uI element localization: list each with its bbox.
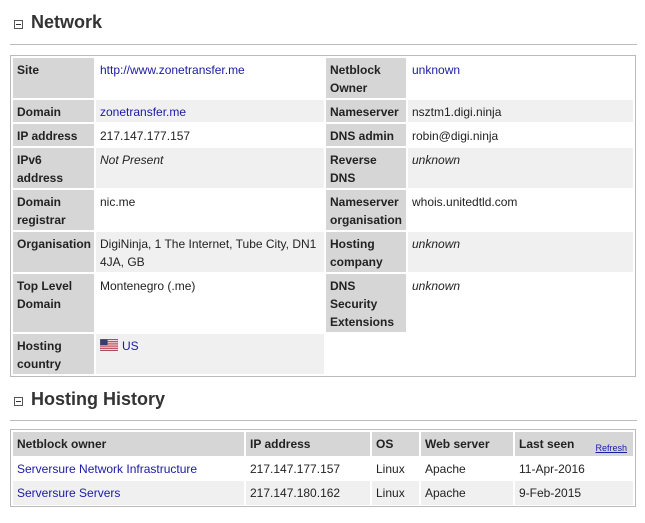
table-row-cell-os: Linux [372, 457, 419, 481]
hosting-history-table: Netblock owner IP address OS Web server … [10, 429, 636, 507]
label-dns-admin: DNS admin [326, 124, 406, 146]
label-netblock-owner: Netblock Owner [326, 58, 406, 98]
network-section-header: Network [14, 12, 102, 33]
domain-link[interactable]: zonetransfer.me [100, 105, 186, 119]
label-organisation: Organisation [13, 232, 94, 272]
value-ipv6-address: Not Present [96, 148, 324, 188]
collapse-toggle-icon[interactable] [14, 19, 23, 29]
label-top-level-domain: Top Level Domain [13, 274, 94, 332]
hosting-country-link[interactable]: US [122, 339, 139, 353]
label-ipv6-address: IPv6 address [13, 148, 94, 188]
value-domain-registrar: nic.me [96, 190, 324, 230]
table-row-cell-last-seen: 9-Feb-2015 [515, 481, 633, 505]
label-ip-address: IP address [13, 124, 94, 146]
label-reverse-dns: Reverse DNS [326, 148, 406, 188]
value-ip-address: 217.147.177.157 [96, 124, 324, 146]
label-site: Site [13, 58, 94, 98]
hosting-history-section-header: Hosting History [14, 389, 165, 410]
column-header-os: OS [372, 432, 419, 456]
network-table: Site http://www.zonetransfer.me Domain z… [10, 55, 636, 377]
value-organisation: DigiNinja, 1 The Internet, Tube City, DN… [96, 232, 324, 272]
collapse-toggle-icon[interactable] [14, 396, 23, 406]
column-header-web-server: Web server [421, 432, 513, 456]
netblock-owner-link[interactable]: unknown [412, 63, 460, 77]
label-domain-registrar: Domain registrar [13, 190, 94, 230]
value-domain: zonetransfer.me [96, 100, 324, 122]
table-row-cell-last-seen: 11-Apr-2016 [515, 457, 633, 481]
last-seen-label: Last seen [519, 437, 575, 451]
value-nameserver: nsztm1.digi.ninja [408, 100, 633, 122]
netblock-owner-link[interactable]: Serversure Network Infrastructure [17, 462, 197, 476]
us-flag-icon [100, 339, 118, 351]
label-nameserver-organisation: Nameserver organisation [326, 190, 406, 230]
table-row-cell-os: Linux [372, 481, 419, 505]
table-row-cell-ip: 217.147.180.162 [246, 481, 370, 505]
column-header-ip-address: IP address [246, 432, 370, 456]
value-netblock-owner: unknown [408, 58, 633, 98]
value-site: http://www.zonetransfer.me [96, 58, 324, 98]
table-row-cell-server: Apache [421, 481, 513, 505]
column-header-last-seen: Last seen Refresh [515, 432, 633, 456]
table-row-cell-ip: 217.147.177.157 [246, 457, 370, 481]
site-link[interactable]: http://www.zonetransfer.me [100, 63, 245, 77]
netblock-owner-link[interactable]: Serversure Servers [17, 486, 120, 500]
network-title: Network [31, 12, 103, 32]
network-divider [10, 44, 637, 45]
column-header-netblock-owner: Netblock owner [13, 432, 244, 456]
value-dns-security-extensions: unknown [408, 274, 633, 332]
label-nameserver: Nameserver [326, 100, 406, 122]
value-dns-admin: robin@digi.ninja [408, 124, 633, 146]
value-hosting-country: US [96, 334, 324, 374]
label-domain: Domain [13, 100, 94, 122]
value-nameserver-organisation: whois.unitedtld.com [408, 190, 633, 230]
hosting-history-title: Hosting History [31, 389, 166, 409]
label-hosting-country: Hosting country [13, 334, 94, 374]
table-row-cell-server: Apache [421, 457, 513, 481]
table-row-cell-owner: Serversure Servers [13, 481, 244, 505]
hosting-history-divider [10, 420, 637, 421]
label-dns-security-extensions: DNS Security Extensions [326, 274, 406, 332]
refresh-link[interactable]: Refresh [595, 439, 627, 457]
value-top-level-domain: Montenegro (.me) [96, 274, 324, 332]
value-hosting-company: unknown [408, 232, 633, 272]
label-hosting-company: Hosting company [326, 232, 406, 272]
value-reverse-dns: unknown [408, 148, 633, 188]
table-row-cell-owner: Serversure Network Infrastructure [13, 457, 244, 481]
